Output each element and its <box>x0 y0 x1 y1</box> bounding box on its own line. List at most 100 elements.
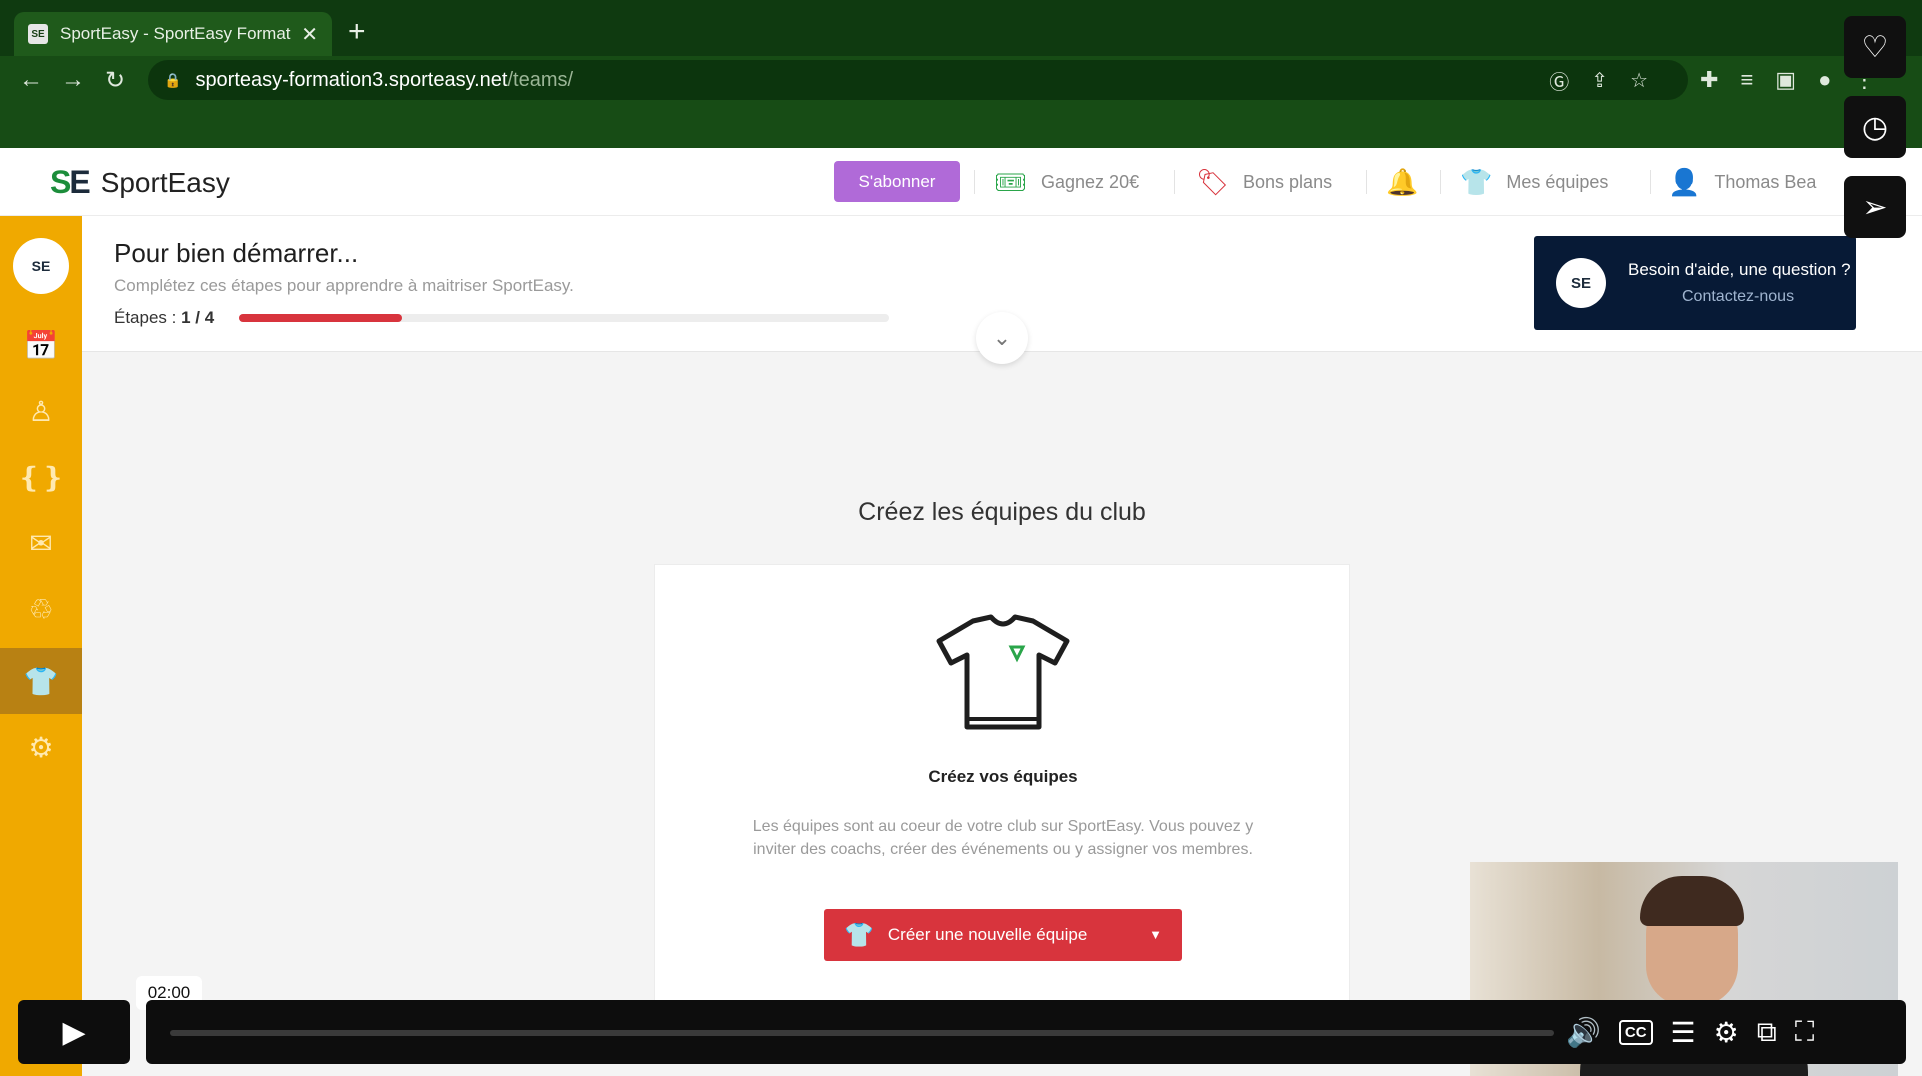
back-icon[interactable]: ← <box>10 66 52 94</box>
hand-heart-icon: ♲ <box>28 593 54 625</box>
caret-down-icon[interactable]: ▼ <box>1149 927 1162 942</box>
deals-link[interactable]: 🏷 Bons plans <box>1196 148 1332 216</box>
steps-progress-bar <box>239 314 889 322</box>
progress-fill <box>239 314 402 322</box>
envelope-icon: ✉ <box>29 527 53 559</box>
onboarding-title: Pour bien démarrer... <box>114 238 359 268</box>
divider <box>1440 170 1441 194</box>
share-button[interactable]: ➢ <box>1844 176 1906 238</box>
picture-in-picture-icon[interactable]: ⧉ <box>1757 1016 1777 1049</box>
sidebar-item-teams[interactable]: 👕 <box>0 648 82 714</box>
steps-value: 1 / 4 <box>181 308 215 327</box>
subscribe-button[interactable]: S'abonner <box>834 161 960 202</box>
sidebar-item-settings[interactable]: ⚙ <box>0 714 82 780</box>
shirt-icon: 👕 <box>23 665 59 697</box>
new-tab-button[interactable]: + <box>348 16 366 48</box>
club-avatar[interactable]: SE <box>13 238 69 294</box>
divider <box>1366 170 1367 194</box>
tab-strip: SE SportEasy - SportEasy Format ✕ + <box>0 0 1922 56</box>
reload-icon[interactable]: ↻ <box>94 66 136 95</box>
brand-name: SportEasy <box>100 166 230 198</box>
volume-icon[interactable]: 🔊 <box>1566 1016 1601 1049</box>
divider <box>1174 170 1175 194</box>
sidebar-item-donations[interactable]: ♲ <box>0 576 82 642</box>
reading-list-icon[interactable]: ≡ <box>1740 67 1753 93</box>
create-team-button[interactable]: 👕 Créer une nouvelle équipe ▼ <box>824 909 1182 961</box>
lock-icon: 🔒 <box>164 71 182 88</box>
address-bar[interactable]: 🔒 sporteasy-formation3.sporteasy.net/tea… <box>148 60 1688 100</box>
player-control-bar: 🔊 CC ☰ ⚙ ⧉ ⛶ <box>146 1000 1906 1064</box>
share-icon[interactable]: ⇪ <box>1591 68 1608 93</box>
transcript-icon[interactable]: ☰ <box>1671 1016 1696 1049</box>
url-host: sporteasy-formation3.sporteasy.net <box>195 68 508 91</box>
sidebar-item-members[interactable]: ♙ <box>0 378 82 444</box>
notifications-button[interactable]: 🔔 <box>1386 148 1432 216</box>
help-contact-box[interactable]: SE Besoin d'aide, une question ? Contact… <box>1534 236 1856 330</box>
expand-chevron-button[interactable]: ⌄ <box>976 312 1028 364</box>
sidebar: SE 📅 ♙ ❴❵ ✉ ♲ 👕 ⚙ <box>0 216 82 1076</box>
profile-icon[interactable]: ● <box>1818 67 1831 93</box>
create-team-label: Créer une nouvelle équipe <box>887 925 1088 944</box>
create-teams-card: Créez vos équipes Les équipes sont au co… <box>654 564 1350 1004</box>
double-chevron-down-icon: ⌄ <box>992 325 1012 350</box>
play-icon: ▶ <box>62 1015 86 1049</box>
gear-icon: ⚙ <box>28 731 54 763</box>
settings-gear-icon[interactable]: ⚙ <box>1714 1016 1739 1049</box>
shirt-icon: 👕 <box>844 921 874 949</box>
card-description: Les équipes sont au coeur de votre club … <box>752 818 1254 858</box>
tab-close-icon[interactable]: ✕ <box>301 22 318 47</box>
app-header: SE SportEasy S'abonner 🎟 Gagnez 20€ 🏷 Bo… <box>0 148 1922 216</box>
tag-icon: 🏷 <box>1196 166 1230 197</box>
closed-captions-icon[interactable]: CC <box>1618 1019 1653 1045</box>
bell-icon: 🔔 <box>1386 166 1419 197</box>
onboarding-panel: Pour bien démarrer... Complétez ces étap… <box>82 216 1922 364</box>
ticket-icon: 🎟 <box>994 166 1028 197</box>
contact-link[interactable]: Contactez-nous <box>1682 288 1794 306</box>
forward-icon[interactable]: → <box>52 66 94 94</box>
seek-bar[interactable] <box>170 1030 1554 1036</box>
user-name: Thomas Bea <box>1714 171 1817 192</box>
watch-later-button[interactable]: ◷ <box>1844 96 1906 158</box>
navigation-row: ← → ↻ 🔒 sporteasy-formation3.sporteasy.n… <box>0 56 1922 104</box>
url-path: /teams/ <box>507 68 574 91</box>
sidebar-item-messages[interactable]: ✉ <box>0 510 82 576</box>
heart-icon: ♡ <box>1861 30 1889 64</box>
bookmark-star-icon[interactable]: ☆ <box>1630 68 1648 93</box>
send-icon: ➢ <box>1862 190 1888 224</box>
tab-title: SportEasy - SportEasy Format <box>60 24 291 43</box>
tshirt-icon <box>936 614 1070 730</box>
help-question: Besoin d'aide, une question ? <box>1628 260 1851 279</box>
divider <box>1650 170 1651 194</box>
clock-icon: ◷ <box>1861 110 1889 144</box>
page-heading: Créez les équipes du club <box>858 498 1146 526</box>
like-button[interactable]: ♡ <box>1844 16 1906 78</box>
favicon-icon: SE <box>28 24 48 44</box>
browser-chrome: SE SportEasy - SportEasy Format ✕ + ← → … <box>0 0 1922 148</box>
shirt-icon: 👕 <box>1460 166 1493 197</box>
steps-label: Étapes : <box>114 308 182 327</box>
sidebar-item-groups[interactable]: ❴❵ <box>0 444 82 510</box>
sporteasy-logo[interactable]: SE SportEasy <box>50 164 230 201</box>
logo-mark: SE <box>50 164 91 200</box>
user-menu[interactable]: 👤 Thomas Bea <box>1668 148 1816 216</box>
earn-label: Gagnez 20€ <box>1041 171 1140 192</box>
card-title: Créez vos équipes <box>928 767 1078 786</box>
google-icon[interactable]: Ⓖ <box>1549 66 1569 95</box>
my-teams-link[interactable]: 👕 Mes équipes <box>1460 148 1608 216</box>
play-button[interactable]: ▶ <box>18 1000 130 1064</box>
browser-tab[interactable]: SE SportEasy - SportEasy Format ✕ <box>14 12 332 56</box>
fullscreen-icon[interactable]: ⛶ <box>1795 1016 1815 1049</box>
onboarding-subtitle: Complétez ces étapes pour apprendre à ma… <box>114 276 574 295</box>
sidebar-item-calendar[interactable]: 📅 <box>0 312 82 378</box>
earn-link[interactable]: 🎟 Gagnez 20€ <box>994 148 1139 216</box>
divider <box>974 170 975 194</box>
side-panel-icon[interactable]: ▣ <box>1775 67 1796 93</box>
extensions-icon[interactable]: ✚ <box>1700 67 1718 93</box>
calendar-icon: 📅 <box>23 329 59 361</box>
groups-icon: ❴❵ <box>17 461 65 493</box>
help-avatar: SE <box>1556 258 1606 308</box>
user-avatar-icon: 👤 <box>1668 166 1701 197</box>
members-icon: ♙ <box>28 395 54 427</box>
my-teams-label: Mes équipes <box>1506 171 1609 192</box>
steps-counter: Étapes : 1 / 4 <box>114 308 214 328</box>
